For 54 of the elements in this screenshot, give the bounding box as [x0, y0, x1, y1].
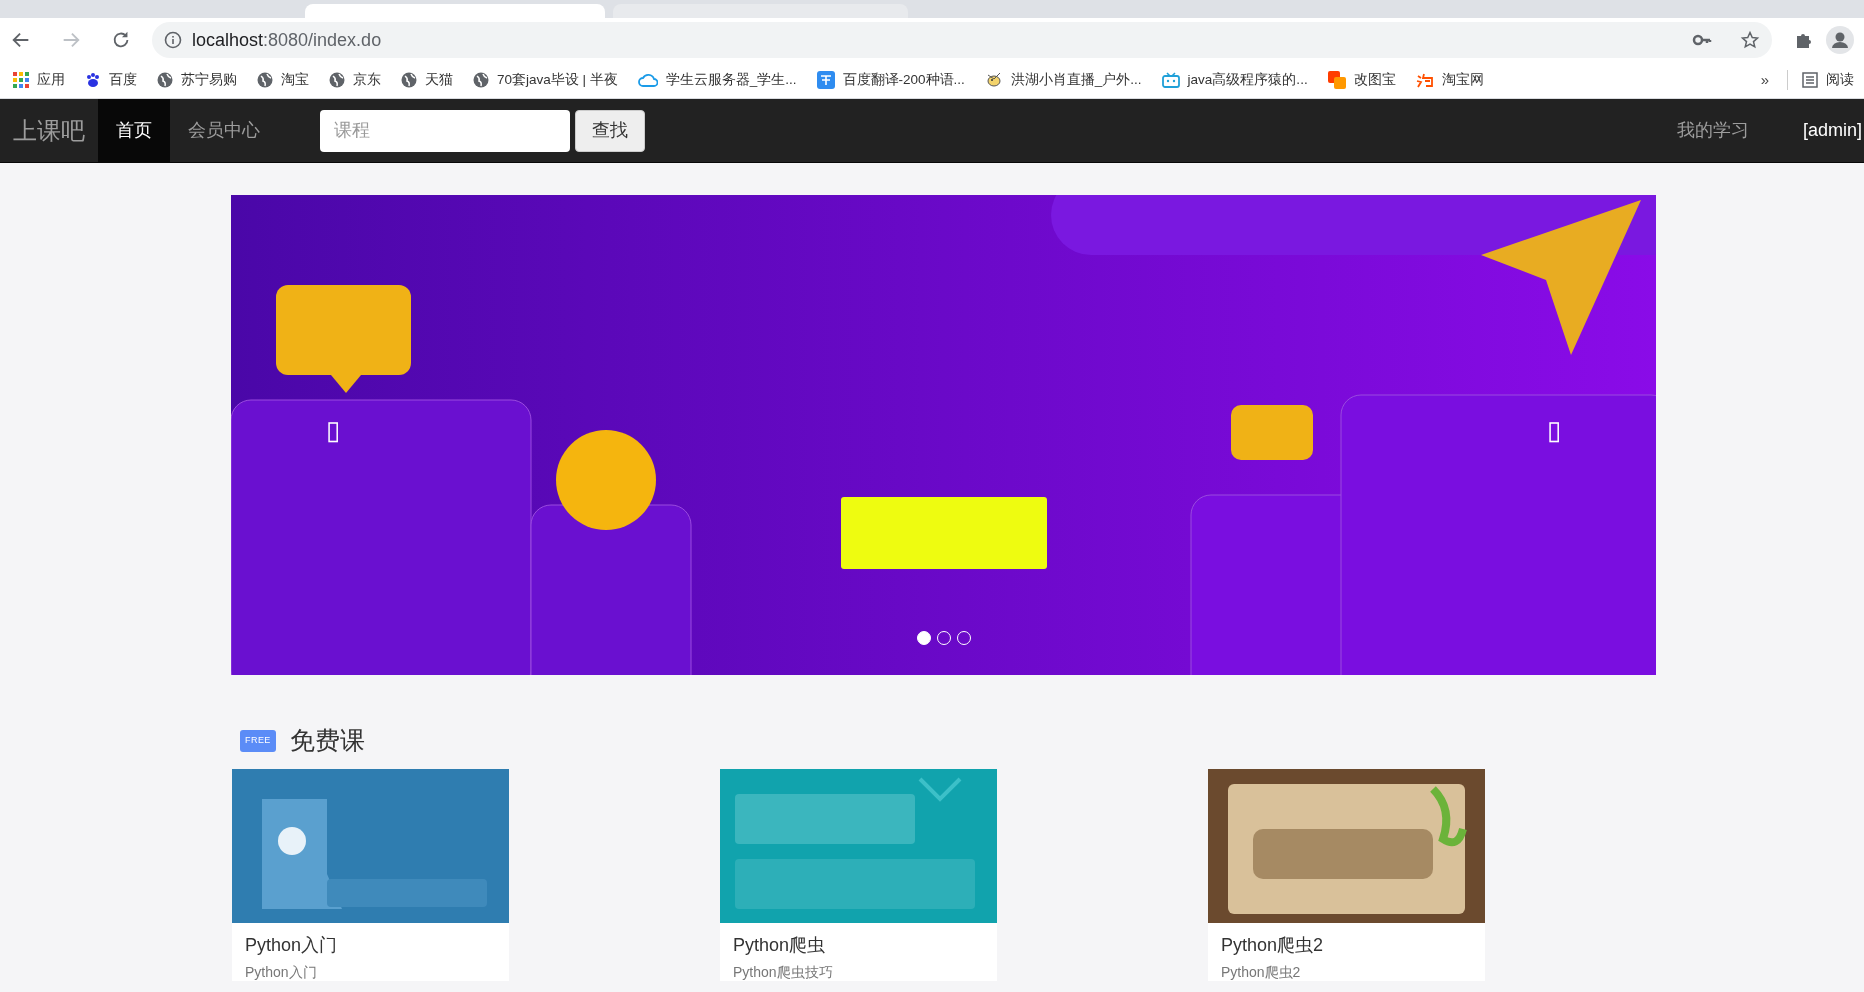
- bird-icon: [984, 71, 1003, 89]
- bookmark-link[interactable]: 洪湖小肖直播_户外...: [984, 69, 1142, 91]
- nav-tab[interactable]: 首页: [98, 99, 170, 162]
- bookmark-link[interactable]: 改图宝: [1327, 69, 1396, 91]
- bookmark-link[interactable]: java高级程序猿的...: [1161, 69, 1308, 91]
- profile-avatar-icon[interactable]: [1826, 26, 1854, 54]
- bookmark-link[interactable]: 学生云服务器_学生...: [637, 69, 797, 91]
- bookmark-link[interactable]: 百度: [85, 69, 137, 91]
- bookmark-link[interactable]: 百度翻译-200种语...: [816, 69, 965, 91]
- bookmark-link[interactable]: 京东: [329, 69, 381, 91]
- squares-icon: [1327, 71, 1346, 89]
- star-icon[interactable]: [1740, 30, 1760, 50]
- address-bar[interactable]: localhost:8080/index.do: [152, 22, 1772, 58]
- bookmark-link[interactable]: 应用: [13, 69, 65, 91]
- bookmark-link[interactable]: 淘宝: [257, 69, 309, 91]
- apps-grid-icon: [13, 72, 29, 88]
- course-subtitle: Python爬虫技巧: [732, 963, 834, 981]
- nav-link[interactable]: 我的学习: [1656, 117, 1769, 144]
- course-card[interactable]: Python爬虫2 Python爬虫2: [1208, 769, 1485, 981]
- brand-link[interactable]: 上课吧: [0, 112, 98, 149]
- url-text: localhost:8080/index.do: [192, 28, 382, 52]
- course-subtitle: Python爬虫2: [1220, 963, 1302, 981]
- tv-icon: [1161, 72, 1180, 88]
- search-field[interactable]: 课程: [320, 109, 570, 152]
- section-title: 免费课: [289, 725, 365, 757]
- bookmark-link[interactable]: 苏宁易购: [157, 69, 237, 91]
- course-title: Python爬虫2: [1220, 934, 1325, 957]
- course-subtitle: Python入门: [244, 963, 318, 981]
- globe-icon: [257, 72, 273, 88]
- next-slide-button[interactable]: ▯: [1547, 417, 1561, 443]
- course-title: Python爬虫: [732, 934, 827, 957]
- reading-list-link[interactable]: 阅读: [1802, 69, 1854, 91]
- globe-icon: [401, 72, 417, 88]
- info-icon: [164, 31, 182, 49]
- course-card[interactable]: Python入门 Python入门: [232, 769, 509, 981]
- globe-icon: [157, 72, 173, 88]
- previous-slide-button[interactable]: ▯: [326, 417, 340, 443]
- bookmark-link[interactable]: 淘宝网: [1415, 69, 1484, 91]
- translate-icon: [816, 71, 835, 89]
- free-badge: FREE: [240, 730, 276, 752]
- course-card[interactable]: Python爬虫 Python爬虫技巧: [720, 769, 997, 981]
- course-title: Python入门: [244, 934, 339, 957]
- taobao-icon: [1415, 72, 1434, 88]
- bookmark-link[interactable]: 70套java毕设 | 半夜: [473, 69, 618, 91]
- globe-icon: [473, 72, 489, 88]
- globe-icon: [329, 72, 345, 88]
- nav-tab[interactable]: 会员中心: [170, 99, 278, 162]
- search-button[interactable]: 查找: [575, 109, 645, 152]
- paw-icon: [85, 72, 101, 88]
- cloud-icon: [637, 73, 658, 87]
- more-bookmarks-button[interactable]: »: [1760, 68, 1769, 92]
- nav-link[interactable]: [admin]: [1782, 117, 1864, 144]
- list-icon: [1802, 72, 1818, 88]
- bookmark-link[interactable]: 天猫: [401, 69, 453, 91]
